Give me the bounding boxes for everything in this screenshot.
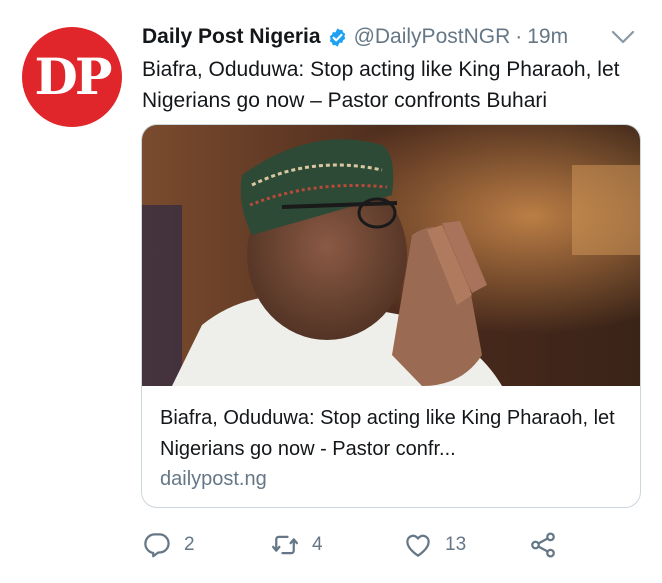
chevron-down-icon[interactable]	[610, 28, 636, 46]
share-button[interactable]	[528, 529, 558, 561]
link-card[interactable]: Biafra, Oduduwa: Stop acting like King P…	[141, 124, 641, 508]
reply-count: 2	[184, 534, 195, 555]
reply-button[interactable]: 2	[142, 529, 195, 561]
like-count: 13	[445, 534, 467, 555]
reply-icon	[144, 533, 170, 558]
tweet-text: Biafra, Oduduwa: Stop acting like King P…	[142, 58, 620, 112]
tweet-actions: 2 4 13	[142, 529, 582, 561]
avatar[interactable]: DP	[22, 27, 122, 127]
account-name[interactable]: Daily Post Nigeria	[142, 25, 321, 49]
retweet-icon	[272, 535, 298, 555]
card-thumbnail-image[interactable]	[142, 125, 640, 386]
like-button[interactable]: 13	[403, 529, 466, 561]
card-domain[interactable]: dailypost.ng	[160, 465, 267, 493]
header-separator: ·	[515, 25, 523, 48]
retweet-button[interactable]: 4	[270, 529, 323, 561]
retweet-count: 4	[312, 534, 323, 555]
tweet-header: Daily Post Nigeria @DailyPostNGR · 19m	[142, 23, 568, 51]
verified-badge-icon	[329, 27, 345, 47]
like-icon	[406, 534, 430, 557]
avatar-logo-text: DP	[34, 47, 113, 106]
tweet-timestamp[interactable]: 19m	[527, 25, 568, 49]
share-icon	[531, 532, 555, 558]
tweet[interactable]: DP Daily Post Nigeria @DailyPostNGR · 19…	[0, 0, 662, 583]
account-handle[interactable]: @DailyPostNGR	[354, 25, 511, 49]
card-title[interactable]: Biafra, Oduduwa: Stop acting like King P…	[160, 403, 625, 465]
